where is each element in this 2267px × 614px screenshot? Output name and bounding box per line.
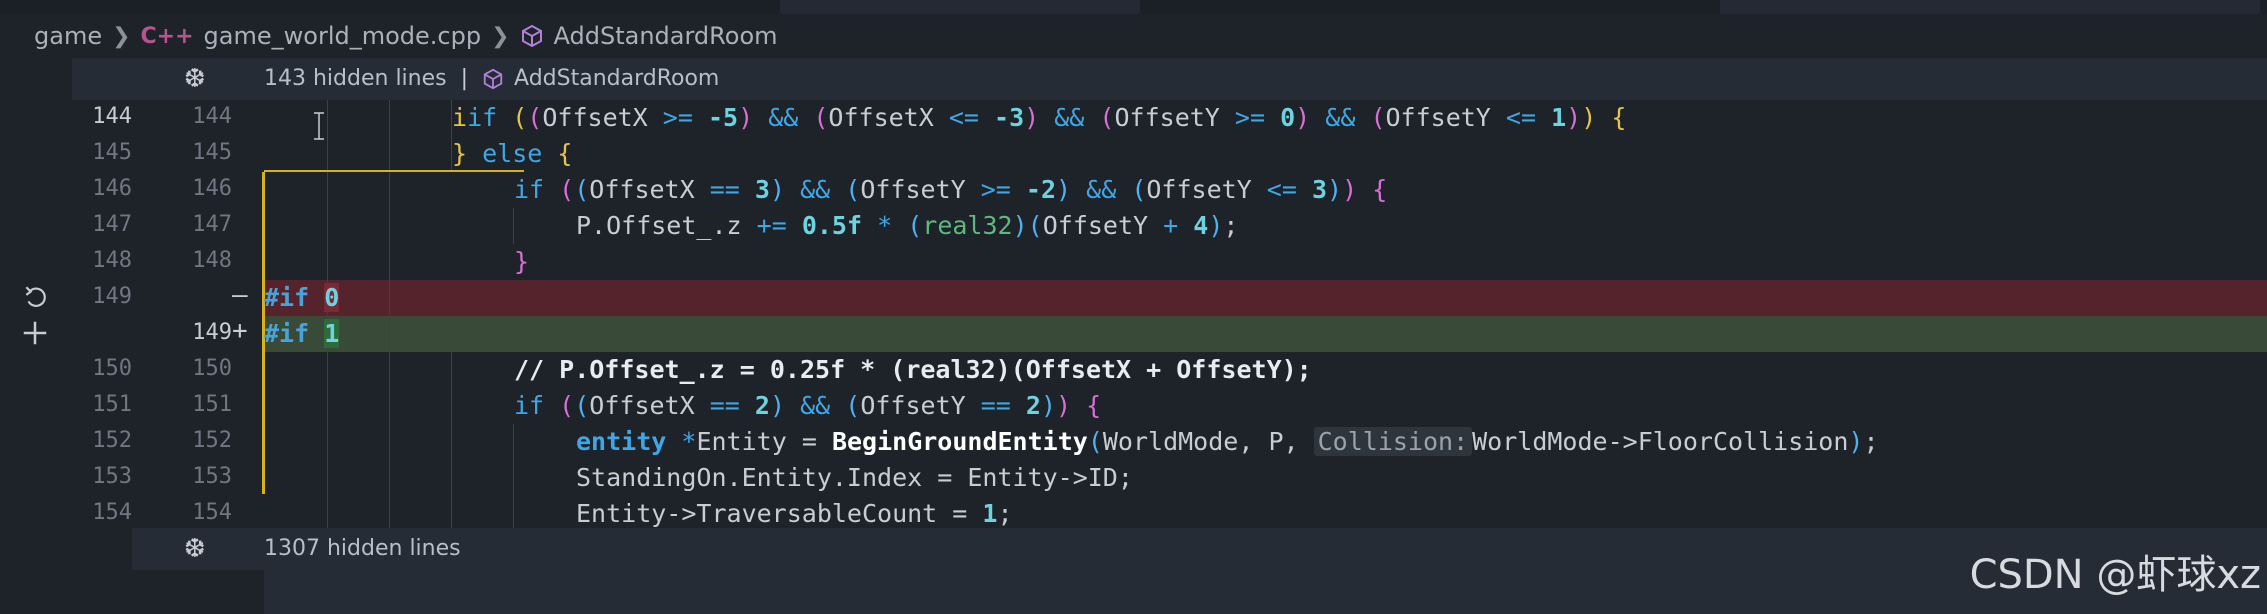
code-line[interactable]: // P.Offset_.z = 0.25f * (real32)(Offset… <box>514 352 2267 388</box>
old-line-number: 153 <box>92 464 132 489</box>
hidden-lines-count: 1307 hidden lines <box>264 536 461 561</box>
breadcrumb-symbol[interactable]: AddStandardRoom <box>554 22 778 50</box>
hidden-lines-bar-top[interactable]: ❆ 143 hidden lines | AddStandardRoom <box>72 58 2267 100</box>
code-line[interactable]: StandingOn.Entity.Index = Entity->ID; <box>576 460 2267 496</box>
code-line[interactable]: if ((OffsetX == 3) && (OffsetY >= -2) &&… <box>514 172 2267 208</box>
added-code-line[interactable]: #if 1 <box>264 316 564 352</box>
old-line-number: 148 <box>92 248 132 273</box>
cpp-file-icon: C++ <box>140 23 194 49</box>
new-line-number: 147 <box>192 212 232 237</box>
unfold-snowflake-icon[interactable]: ❆ <box>184 534 206 564</box>
new-line-number: 144 <box>192 104 232 129</box>
hidden-lines-bar-bottom[interactable]: ❆ 1307 hidden lines <box>132 528 2267 570</box>
code-line[interactable]: } else { <box>452 136 2267 172</box>
revert-change-icon[interactable] <box>22 284 48 310</box>
csdn-watermark: CSDN @虾球xz <box>1969 552 2261 598</box>
breadcrumb: game ❯ C++ game_world_mode.cpp ❯ AddStan… <box>0 14 2267 58</box>
new-line-number: 154 <box>192 500 232 525</box>
hidden-lines-symbol: AddStandardRoom <box>514 66 720 91</box>
old-line-number: 154 <box>92 500 132 525</box>
hidden-lines-count: 143 hidden lines <box>264 66 447 91</box>
breadcrumb-folder[interactable]: game <box>34 22 102 50</box>
added-line-bg <box>264 316 2267 352</box>
chevron-right-icon: ❯ <box>491 23 510 49</box>
inlay-param-hint: Collision: <box>1313 427 1473 456</box>
old-line-number: 146 <box>92 176 132 201</box>
new-line-number: 150 <box>192 356 232 381</box>
new-line-number: 148 <box>192 248 232 273</box>
chevron-right-icon: ❯ <box>112 23 131 49</box>
old-line-number: 147 <box>92 212 132 237</box>
old-line-number: 152 <box>92 428 132 453</box>
method-cube-icon <box>521 24 542 48</box>
old-line-number: 145 <box>92 140 132 165</box>
addition-marker: + <box>232 316 248 346</box>
deleted-code-line[interactable]: #if 0 <box>264 280 564 316</box>
old-line-number: 150 <box>92 356 132 381</box>
old-line-number: 149 <box>92 284 132 309</box>
new-line-number: 152 <box>192 428 232 453</box>
code-line[interactable]: if ((OffsetX == 2) && (OffsetY == 2)) { <box>514 388 2267 424</box>
code-line[interactable]: entity *Entity = BeginGroundEntity(World… <box>576 424 2267 460</box>
breadcrumb-file[interactable]: game_world_mode.cpp <box>204 22 482 50</box>
code-line[interactable]: P.Offset_.z += 0.5f * (real32)(OffsetY +… <box>576 208 2267 244</box>
text-cursor-icon <box>314 112 324 140</box>
unfold-snowflake-icon[interactable]: ❆ <box>184 64 206 94</box>
stage-change-icon[interactable] <box>20 318 50 348</box>
code-line[interactable]: Entity->TraversableCount = 1; <box>576 496 2267 532</box>
method-cube-icon <box>483 68 503 89</box>
code-line[interactable]: } <box>514 244 2267 280</box>
deleted-line-bg <box>264 280 2267 316</box>
deletion-marker: — <box>232 280 248 310</box>
new-line-number: 146 <box>192 176 232 201</box>
new-line-number: 145 <box>192 140 232 165</box>
new-line-number: 151 <box>192 392 232 417</box>
top-tab-strip <box>0 0 2267 14</box>
new-line-number: 149 <box>192 320 232 345</box>
old-line-number: 151 <box>92 392 132 417</box>
new-line-number: 153 <box>192 464 232 489</box>
old-line-number: 144 <box>92 104 132 129</box>
code-line[interactable]: iif ((OffsetX >= -5) && (OffsetX <= -3) … <box>452 100 2267 136</box>
